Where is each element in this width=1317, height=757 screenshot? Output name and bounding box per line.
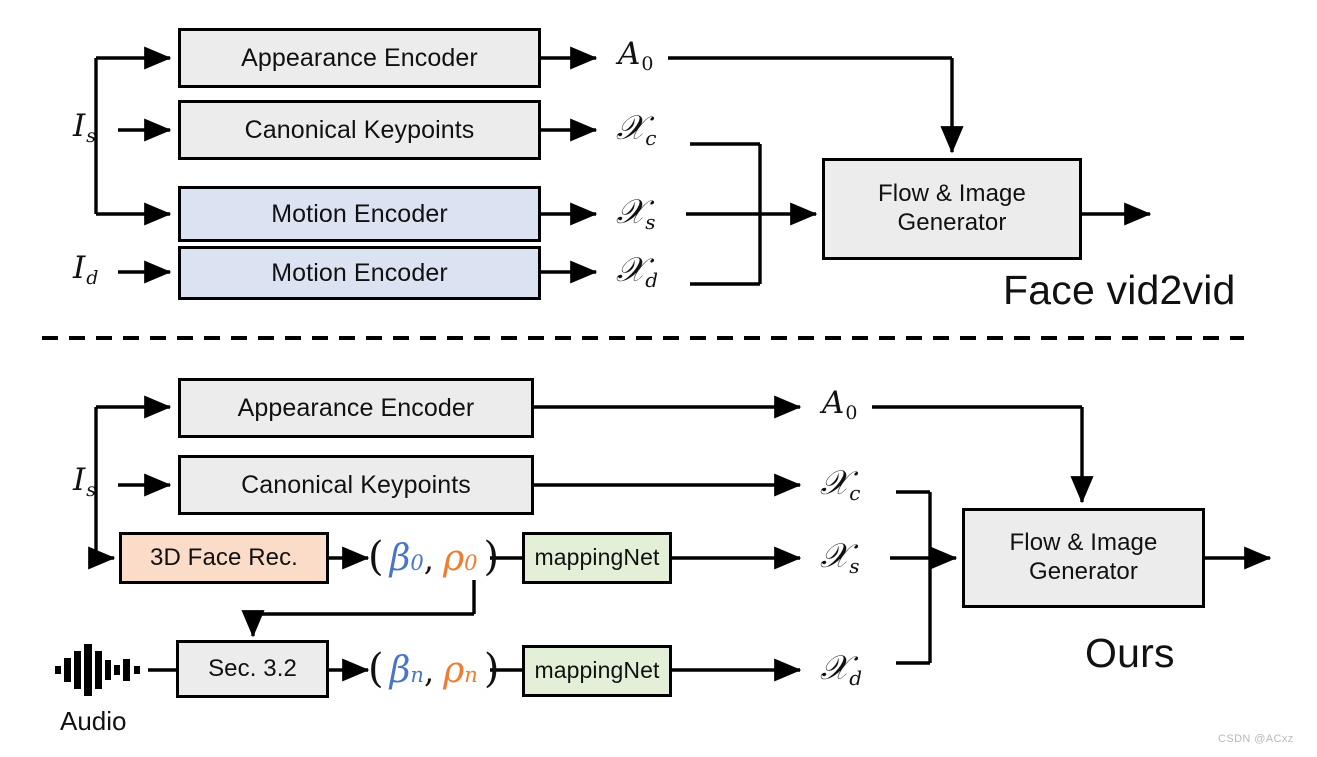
output-drive-bottom: 𝒳d bbox=[820, 648, 862, 690]
block-label: Appearance Encoder bbox=[237, 394, 475, 422]
rho-symbol: ρ bbox=[442, 538, 465, 579]
block-label: mappingNet bbox=[534, 544, 660, 571]
symbol-base: A bbox=[618, 36, 641, 72]
watermark-label: CSDN @ACxz bbox=[1218, 733, 1294, 745]
block-motion-encoder-source-top[interactable]: Motion Encoder bbox=[178, 186, 541, 242]
block-label-line2: Generator bbox=[1029, 558, 1138, 585]
beta-subscript: 0 bbox=[410, 551, 424, 575]
rho-subscript: n bbox=[464, 663, 478, 687]
block-appearance-encoder-bottom[interactable]: Appearance Encoder bbox=[178, 378, 534, 438]
symbol-base: 𝒳 bbox=[616, 108, 646, 148]
beta-subscript: n bbox=[410, 663, 424, 687]
rho-subscript: 0 bbox=[464, 551, 478, 575]
coeffs-source: ( β0 , ρ0 ) bbox=[368, 534, 499, 580]
diagram-canvas: Appearance Encoder Canonical Keypoints M… bbox=[0, 0, 1317, 757]
paren-close: ) bbox=[483, 646, 500, 692]
block-label-line1: Flow & Image bbox=[1009, 529, 1158, 557]
symbol-subscript: 0 bbox=[641, 52, 654, 75]
block-label: Canonical Keypoints bbox=[241, 471, 471, 499]
panel-title-bottom: Ours bbox=[1085, 630, 1175, 676]
symbol-base: 𝒳 bbox=[820, 536, 850, 576]
symbol-subscript: d bbox=[645, 268, 659, 292]
block-appearance-encoder-top[interactable]: Appearance Encoder bbox=[178, 28, 541, 88]
tuple-comma: , bbox=[423, 540, 434, 578]
symbol-base: 𝒳 bbox=[616, 250, 646, 290]
output-canonical-top: 𝒳c bbox=[616, 108, 656, 150]
coeffs-drive: ( βn , ρn ) bbox=[368, 646, 499, 692]
symbol-subscript: s bbox=[86, 124, 97, 147]
block-mappingnet-drive[interactable]: mappingNet bbox=[522, 645, 672, 697]
symbol-subscript: d bbox=[86, 266, 99, 289]
audio-caption: Audio bbox=[60, 706, 127, 736]
output-canonical-bottom: 𝒳c bbox=[820, 463, 860, 505]
block-flow-image-generator-bottom[interactable]: Flow & Image Generator bbox=[962, 508, 1205, 608]
symbol-base: 𝒳 bbox=[616, 192, 646, 232]
block-label: Motion Encoder bbox=[271, 200, 448, 228]
tuple-comma: , bbox=[423, 652, 435, 690]
symbol-base: 𝒳 bbox=[820, 648, 850, 688]
block-label: Appearance Encoder bbox=[241, 44, 478, 72]
symbol-base: A bbox=[822, 385, 845, 421]
symbol-subscript: s bbox=[645, 210, 656, 234]
output-drive-top: 𝒳d bbox=[616, 250, 658, 292]
block-mappingnet-source[interactable]: mappingNet bbox=[522, 532, 672, 584]
block-motion-encoder-drive-top[interactable]: Motion Encoder bbox=[178, 246, 541, 300]
panel-title-top: Face vid2vid bbox=[1003, 267, 1236, 313]
input-label-source-bottom: Is bbox=[73, 462, 96, 501]
symbol-subscript: d bbox=[849, 666, 863, 690]
block-canonical-keypoints-bottom[interactable]: Canonical Keypoints bbox=[178, 455, 534, 515]
symbol-base: I bbox=[73, 462, 86, 498]
beta-symbol: β bbox=[389, 538, 411, 579]
output-source-bottom: 𝒳s bbox=[820, 536, 860, 578]
symbol-base: 𝒳 bbox=[820, 463, 850, 503]
block-label: Sec. 3.2 bbox=[208, 654, 297, 682]
paren-open: ( bbox=[368, 646, 384, 692]
symbol-subscript: c bbox=[645, 126, 657, 150]
block-label: 3D Face Rec. bbox=[150, 543, 298, 571]
audio-waveform-icon bbox=[55, 644, 140, 696]
block-label-line2: Generator bbox=[897, 209, 1007, 236]
block-label: mappingNet bbox=[534, 657, 660, 684]
block-canonical-keypoints-top[interactable]: Canonical Keypoints bbox=[178, 100, 541, 160]
output-appearance-top: A0 bbox=[618, 36, 653, 75]
paren-open: ( bbox=[368, 534, 384, 580]
output-appearance-bottom: A0 bbox=[822, 385, 857, 424]
symbol-subscript: 0 bbox=[845, 401, 858, 424]
input-label-source-top: Is bbox=[73, 108, 96, 147]
block-flow-image-generator-top[interactable]: Flow & Image Generator bbox=[822, 158, 1082, 260]
rho-symbol: ρ bbox=[443, 650, 465, 691]
symbol-subscript: s bbox=[849, 554, 860, 578]
symbol-base: I bbox=[73, 250, 86, 286]
block-label: Motion Encoder bbox=[271, 259, 448, 287]
block-label: Canonical Keypoints bbox=[244, 116, 475, 144]
paren-close: ) bbox=[483, 534, 500, 580]
symbol-subscript: c bbox=[849, 481, 861, 505]
symbol-base: I bbox=[73, 108, 86, 144]
beta-symbol: β bbox=[389, 650, 411, 691]
input-label-drive-top: Id bbox=[73, 250, 98, 289]
symbol-subscript: s bbox=[86, 478, 97, 501]
block-sec-3-2[interactable]: Sec. 3.2 bbox=[176, 640, 329, 698]
block-3d-face-rec[interactable]: 3D Face Rec. bbox=[119, 532, 329, 584]
output-source-top: 𝒳s bbox=[616, 192, 656, 234]
block-label-line1: Flow & Image bbox=[878, 180, 1026, 208]
